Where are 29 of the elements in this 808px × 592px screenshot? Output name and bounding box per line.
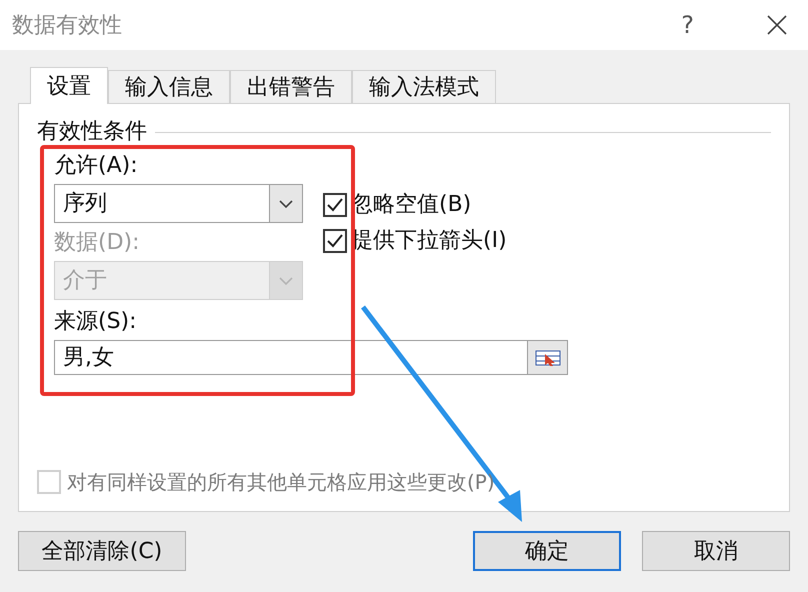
- tab[interactable]: 出错警告: [230, 70, 352, 103]
- tab[interactable]: 输入信息: [108, 70, 230, 103]
- field-label: 数据(D):: [54, 229, 141, 257]
- source-value: 男,女: [62, 344, 115, 372]
- group-title: 有效性条件: [37, 118, 147, 146]
- tab[interactable]: 输入法模式: [352, 70, 496, 103]
- dropdown-value: 序列: [62, 190, 108, 218]
- dialog-button[interactable]: 确定: [473, 531, 621, 571]
- checkbox-label: 对有同样设置的所有其他单元格应用这些更改(P): [67, 469, 495, 495]
- dropdown-value: 介于: [62, 267, 108, 295]
- window-title: 数据有效性: [12, 12, 123, 40]
- dialog-button[interactable]: 全部清除(C): [18, 531, 186, 571]
- field-label: 来源(S):: [53, 308, 138, 336]
- range-select-icon: [534, 348, 560, 366]
- checkbox[interactable]: [323, 229, 347, 253]
- check-icon: [326, 197, 344, 213]
- check-icon: [326, 233, 344, 249]
- tab[interactable]: 设置: [30, 67, 108, 104]
- close-icon[interactable]: [766, 14, 788, 36]
- range-picker-button[interactable]: [527, 341, 567, 374]
- help-button[interactable]: ?: [681, 7, 694, 43]
- checkbox[interactable]: [323, 193, 347, 217]
- source-field[interactable]: 男,女: [54, 340, 568, 375]
- dropdown-button[interactable]: [269, 185, 302, 222]
- chevron-down-icon: [278, 198, 294, 208]
- chevron-down-icon: [278, 276, 294, 286]
- field-label: 允许(A):: [54, 152, 139, 180]
- dropdown[interactable]: 序列: [54, 184, 303, 223]
- dialog-button[interactable]: 取消: [642, 531, 790, 571]
